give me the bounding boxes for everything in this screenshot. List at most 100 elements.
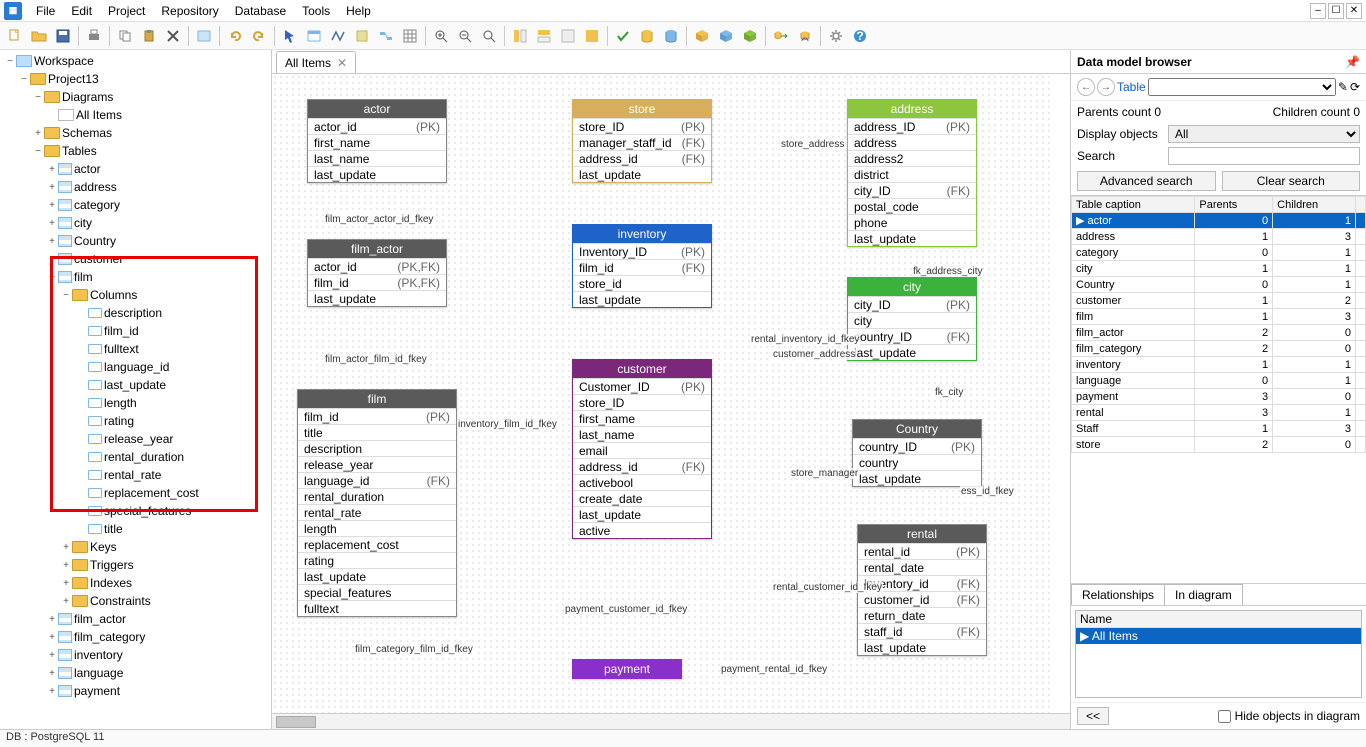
tree-table-address[interactable]: +address	[4, 178, 271, 196]
sync-icon[interactable]	[794, 25, 816, 47]
pointer-icon[interactable]	[279, 25, 301, 47]
paste-icon[interactable]	[138, 25, 160, 47]
new-icon[interactable]	[4, 25, 26, 47]
tree-column-last_update[interactable]: last_update	[4, 376, 271, 394]
cube1-icon[interactable]	[691, 25, 713, 47]
pin-icon[interactable]: 📌	[1345, 55, 1360, 69]
tab-close-icon[interactable]: ✕	[337, 56, 347, 70]
grid-row[interactable]: customer12	[1072, 293, 1366, 309]
layout1-icon[interactable]	[509, 25, 531, 47]
copy-icon[interactable]	[114, 25, 136, 47]
grid-row[interactable]: rental31	[1072, 405, 1366, 421]
layout3-icon[interactable]	[557, 25, 579, 47]
minimize-button[interactable]: –	[1310, 3, 1326, 19]
tree-table-payment[interactable]: +payment	[4, 682, 271, 700]
back-button[interactable]: <<	[1077, 707, 1109, 725]
layout2-icon[interactable]	[533, 25, 555, 47]
grid-row[interactable]: ▶ actor01	[1072, 213, 1366, 229]
entity-address[interactable]: addressaddress_ID(PK)addressaddress2dist…	[847, 99, 977, 247]
layout4-icon[interactable]	[581, 25, 603, 47]
edit-icon[interactable]: ✎	[1338, 80, 1348, 94]
menu-edit[interactable]: Edit	[63, 2, 100, 20]
canvas-scroll[interactable]: actoractor_id(PK)first_namelast_namelast…	[272, 74, 1070, 713]
refresh-icon[interactable]: ⟳	[1350, 80, 1360, 94]
undo-icon[interactable]	[224, 25, 246, 47]
grid-row[interactable]: film13	[1072, 309, 1366, 325]
validate-icon[interactable]	[193, 25, 215, 47]
hide-objects-checkbox[interactable]: Hide objects in diagram	[1218, 709, 1360, 723]
tree-column-length[interactable]: length	[4, 394, 271, 412]
grid-row[interactable]: language01	[1072, 373, 1366, 389]
search-input[interactable]	[1168, 147, 1360, 165]
entity-film[interactable]: filmfilm_id(PK)titledescriptionrelease_y…	[297, 389, 457, 617]
help-icon[interactable]: ?	[849, 25, 871, 47]
entity-store[interactable]: storestore_ID(PK)manager_staff_id(FK)add…	[572, 99, 712, 183]
entity-payment[interactable]: payment	[572, 659, 682, 679]
save-icon[interactable]	[52, 25, 74, 47]
nav-back-icon[interactable]: ←	[1077, 78, 1095, 96]
tree-table-film_category[interactable]: +film_category	[4, 628, 271, 646]
zoom-in-icon[interactable]	[430, 25, 452, 47]
cube2-icon[interactable]	[715, 25, 737, 47]
tree-workspace[interactable]: −Workspace	[4, 52, 271, 70]
grid-row[interactable]: Staff13	[1072, 421, 1366, 437]
entity-film_actor[interactable]: film_actoractor_id(PK,FK)film_id(PK,FK)l…	[307, 239, 447, 307]
tree-column-film_id[interactable]: film_id	[4, 322, 271, 340]
tree-table-Country[interactable]: +Country	[4, 232, 271, 250]
print-icon[interactable]	[83, 25, 105, 47]
display-objects-select[interactable]: All	[1168, 125, 1360, 143]
horizontal-scrollbar[interactable]	[272, 713, 1070, 729]
tree-column-language_id[interactable]: language_id	[4, 358, 271, 376]
tree-column-description[interactable]: description	[4, 304, 271, 322]
link-icon[interactable]	[375, 25, 397, 47]
grid-row[interactable]: store20	[1072, 437, 1366, 453]
menu-help[interactable]: Help	[338, 2, 379, 20]
table-link[interactable]: Table	[1117, 80, 1146, 94]
add-relation-icon[interactable]	[327, 25, 349, 47]
tree-schemas[interactable]: +Schemas	[4, 124, 271, 142]
grid-row[interactable]: payment30	[1072, 389, 1366, 405]
menu-database[interactable]: Database	[227, 2, 294, 20]
tables-grid[interactable]: Table caption Parents Children ▶ actor01…	[1071, 195, 1366, 584]
grid-row[interactable]: inventory11	[1072, 357, 1366, 373]
nav-fwd-icon[interactable]: →	[1097, 78, 1115, 96]
grid-row[interactable]: film_actor20	[1072, 325, 1366, 341]
tab-relationships[interactable]: Relationships	[1071, 584, 1165, 605]
menu-project[interactable]: Project	[100, 2, 153, 20]
menu-tools[interactable]: Tools	[294, 2, 338, 20]
grid-row[interactable]: film_category20	[1072, 341, 1366, 357]
grid-header-parents[interactable]: Parents	[1195, 197, 1273, 213]
tree-column-special_features[interactable]: special_features	[4, 502, 271, 520]
entity-actor[interactable]: actoractor_id(PK)first_namelast_namelast…	[307, 99, 447, 183]
entity-city[interactable]: citycity_ID(PK)citycountry_ID(FK)last_up…	[847, 277, 977, 361]
tab-all-items[interactable]: All Items ✕	[276, 51, 356, 73]
tree-table-film[interactable]: −film	[4, 268, 271, 286]
tree-triggers[interactable]: +Triggers	[4, 556, 271, 574]
check-icon[interactable]	[612, 25, 634, 47]
grid-row[interactable]: Country01	[1072, 277, 1366, 293]
tree-column-fulltext[interactable]: fulltext	[4, 340, 271, 358]
grid-icon[interactable]	[399, 25, 421, 47]
tree-indexes[interactable]: +Indexes	[4, 574, 271, 592]
close-window-button[interactable]: ✕	[1346, 3, 1362, 19]
tree-table-city[interactable]: +city	[4, 214, 271, 232]
grid-row[interactable]: category01	[1072, 245, 1366, 261]
tree-table-film_actor[interactable]: +film_actor	[4, 610, 271, 628]
tree-column-rental_rate[interactable]: rental_rate	[4, 466, 271, 484]
tree-project[interactable]: −Project13	[4, 70, 271, 88]
grid-row[interactable]: address13	[1072, 229, 1366, 245]
tree-table-language[interactable]: +language	[4, 664, 271, 682]
zoom-fit-icon[interactable]	[478, 25, 500, 47]
relationships-list[interactable]: Name ▶ All Items	[1075, 610, 1362, 698]
list-item[interactable]: ▶ All Items	[1076, 628, 1361, 644]
add-note-icon[interactable]	[351, 25, 373, 47]
zoom-out-icon[interactable]	[454, 25, 476, 47]
redo-icon[interactable]	[248, 25, 270, 47]
er-canvas[interactable]: actoractor_id(PK)first_namelast_namelast…	[272, 74, 1052, 713]
tree-column-rental_duration[interactable]: rental_duration	[4, 448, 271, 466]
tree-diagrams[interactable]: −Diagrams	[4, 88, 271, 106]
object-tree[interactable]: −Workspace −Project13 −Diagrams All Item…	[0, 50, 272, 729]
tree-tables[interactable]: −Tables	[4, 142, 271, 160]
tree-column-rating[interactable]: rating	[4, 412, 271, 430]
add-table-icon[interactable]	[303, 25, 325, 47]
